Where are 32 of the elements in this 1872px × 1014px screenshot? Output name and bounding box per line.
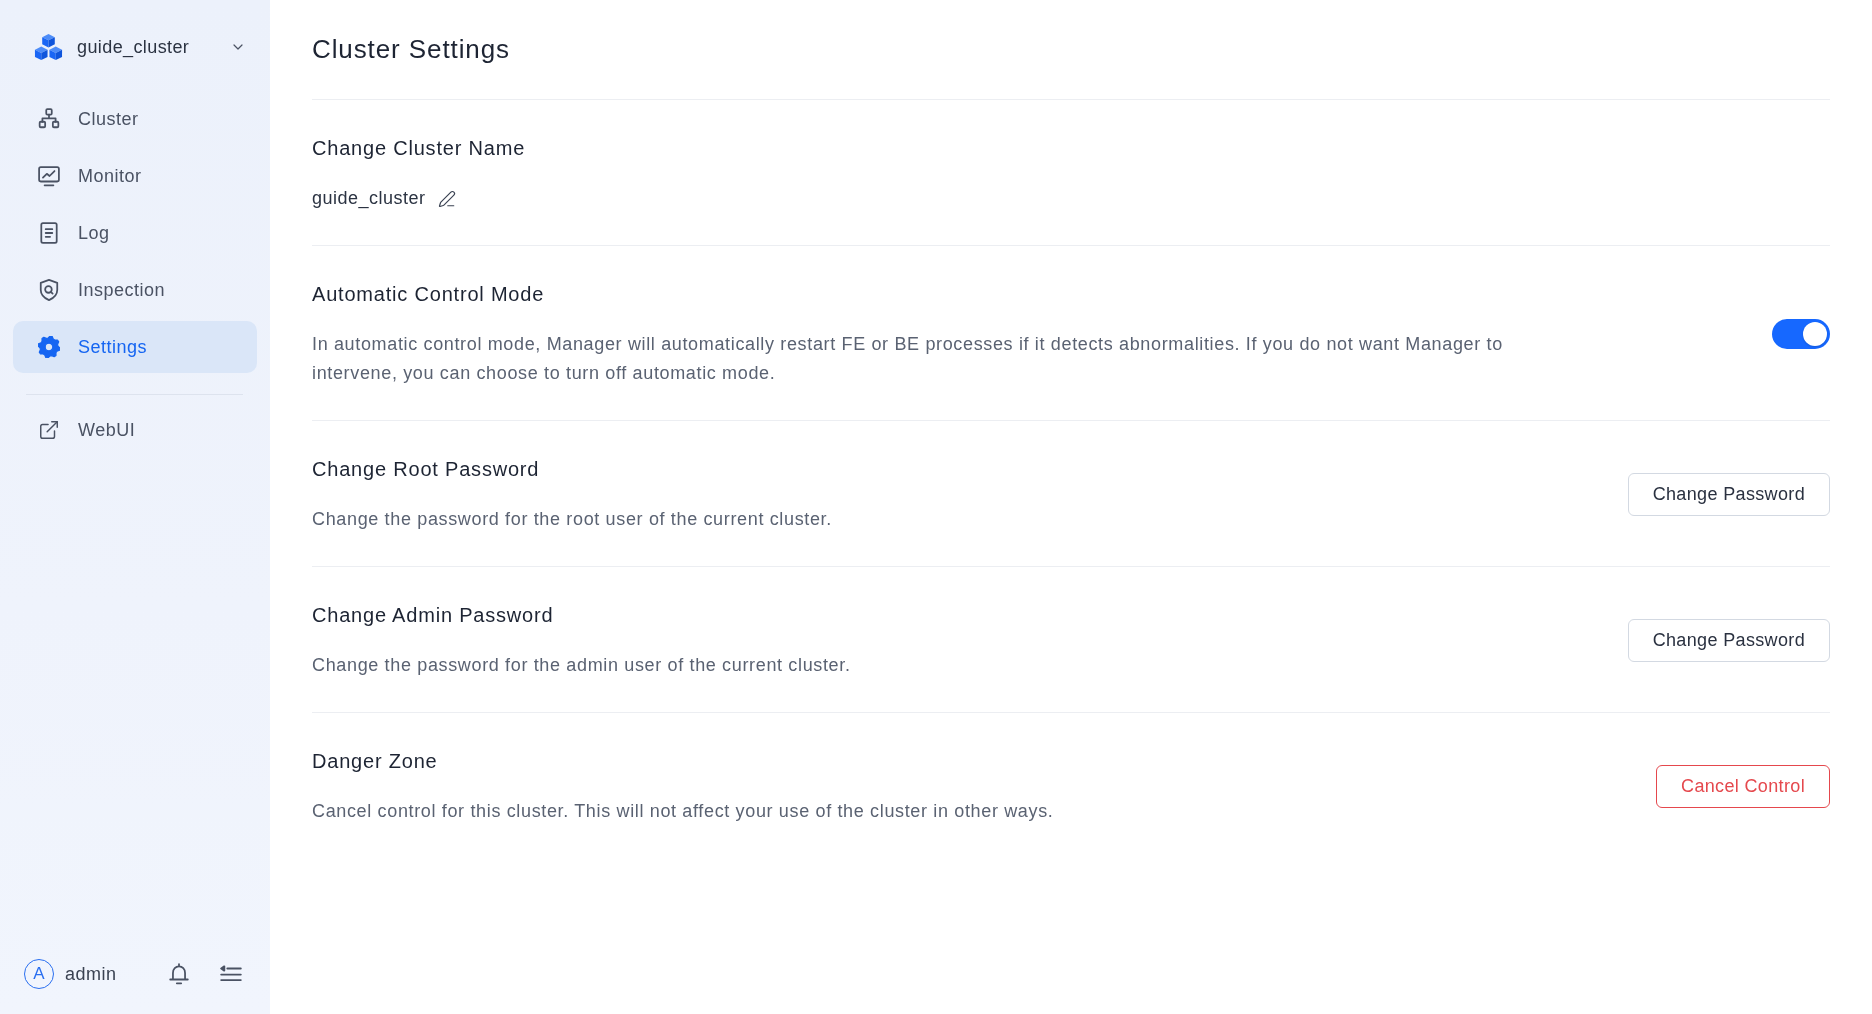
user-name: admin [65, 963, 117, 985]
section-title: Change Admin Password [312, 603, 555, 628]
cluster-switcher[interactable]: guide_cluster [13, 22, 257, 72]
toggle-switch[interactable] [1772, 319, 1830, 349]
bell-icon[interactable] [168, 963, 190, 985]
section-description: In automatic control mode, Manager will automatically restart FE or BE processes if it detects abnormalities. If you do not want Manager to intervene, you can choose to turn off automatic mode. [312, 333, 1504, 385]
pen-icon[interactable] [437, 189, 456, 208]
shield-search-icon [38, 279, 60, 301]
settings-icon [38, 336, 60, 358]
sidebar-item[interactable]: Inspection [13, 264, 257, 316]
external-link-icon [38, 419, 60, 441]
cubes-logo-icon [34, 32, 63, 62]
section-title: Change Root Password [312, 457, 541, 482]
danger-button[interactable]: Cancel Control [1656, 765, 1830, 808]
action-button[interactable]: Change Password [1627, 473, 1830, 516]
section-description: Change the password for the root user of the current cluster. [312, 508, 833, 531]
sidebar-item[interactable]: Log [13, 207, 257, 259]
sidebar-item[interactable]: Cluster [13, 93, 257, 145]
sidebar-item[interactable]: Settings [13, 321, 257, 373]
document-icon [38, 222, 60, 244]
section-description: Change the password for the admin user of the current cluster. [312, 654, 852, 677]
section-title: Change Cluster Name [312, 136, 527, 161]
page-title: Cluster Settings [312, 33, 511, 66]
sidebar-link[interactable]: WebUI [13, 404, 257, 456]
monitor-chart-icon [38, 165, 60, 187]
sidebar-item[interactable]: Monitor [13, 150, 257, 202]
section-title: Danger Zone [312, 749, 439, 774]
cluster-name-value: guide_cluster [312, 187, 426, 211]
section-description: Cancel control for this cluster. This will not affect your use of the cluster in other ways. [312, 800, 1055, 823]
network-icon [38, 108, 60, 130]
action-button[interactable]: Change Password [1627, 619, 1830, 662]
section-title: Automatic Control Mode [312, 282, 546, 307]
